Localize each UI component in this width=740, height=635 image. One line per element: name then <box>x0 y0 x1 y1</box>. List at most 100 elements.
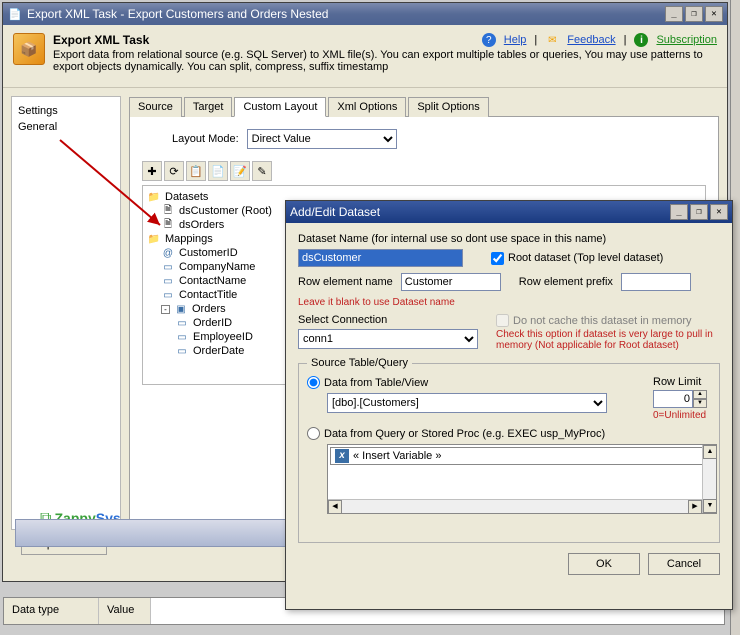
window-title: Export XML Task - Export Customers and O… <box>27 7 665 21</box>
tool-refresh[interactable]: ⟳ <box>164 161 184 181</box>
variable-icon: x <box>335 449 349 463</box>
dialog-title: Add/Edit Dataset <box>290 205 670 219</box>
root-dataset-label: Root dataset (Top level dataset) <box>508 252 663 264</box>
minimize-button[interactable]: _ <box>665 6 683 22</box>
task-icon: 📦 <box>13 33 45 65</box>
scroll-left-icon[interactable]: ◀ <box>328 500 342 514</box>
tree-employeeid[interactable]: EmployeeID <box>193 331 253 343</box>
table-select[interactable]: [dbo].[Customers] <box>327 393 607 413</box>
layout-mode-label: Layout Mode: <box>172 133 239 145</box>
row-element-label: Row element name <box>298 276 393 288</box>
tab-split-options[interactable]: Split Options <box>408 97 488 117</box>
row-limit-up[interactable]: ▲ <box>693 390 707 399</box>
row-element-input[interactable] <box>401 273 501 291</box>
settings-panel: Settings General <box>11 96 121 530</box>
column-icon: ▭ <box>175 345 189 357</box>
node-icon: ▣ <box>174 303 188 315</box>
cache-hint: Check this option if dataset is very lar… <box>496 329 720 351</box>
tool-copy[interactable]: 📋 <box>186 161 206 181</box>
connection-select[interactable]: conn1 <box>298 329 478 349</box>
tree-orders[interactable]: Orders <box>192 303 226 315</box>
help-icon: ? <box>482 33 496 47</box>
help-link[interactable]: Help <box>504 34 527 46</box>
dont-cache-label: Do not cache this dataset in memory <box>513 315 692 327</box>
radio-table-view[interactable] <box>307 376 320 389</box>
tool-edit[interactable]: ✎ <box>252 161 272 181</box>
row-prefix-label: Row element prefix <box>519 276 613 288</box>
dataset-name-input[interactable] <box>298 249 463 267</box>
row-limit-block: Row Limit ▲ ▼ 0=Unlimited <box>653 376 707 421</box>
tab-target[interactable]: Target <box>184 97 233 117</box>
dialog-titlebar[interactable]: Add/Edit Dataset _ ❐ ✕ <box>286 201 732 223</box>
ok-button[interactable]: OK <box>568 553 640 575</box>
tree-dscustomer[interactable]: dsCustomer (Root) <box>179 205 272 217</box>
tree-contactname[interactable]: ContactName <box>179 275 246 287</box>
dialog-restore-button[interactable]: ❐ <box>690 204 708 220</box>
blank-hint: Leave it blank to use Dataset name <box>298 297 720 308</box>
radio-query[interactable] <box>307 427 320 440</box>
grid-datatype-header[interactable]: Data type <box>4 598 99 624</box>
dialog-close-button[interactable]: ✕ <box>710 204 728 220</box>
app-icon: 📄 <box>7 6 23 22</box>
main-titlebar[interactable]: 📄 Export XML Task - Export Customers and… <box>3 3 727 25</box>
dont-cache-checkbox <box>496 314 509 327</box>
scroll-up-icon[interactable]: ▲ <box>703 445 717 459</box>
radio-query-label: Data from Query or Stored Proc (e.g. EXE… <box>324 428 605 440</box>
key-icon: @ <box>161 247 175 259</box>
subscription-link[interactable]: Subscription <box>656 34 717 46</box>
feedback-link[interactable]: Feedback <box>567 34 615 46</box>
tab-source[interactable]: Source <box>129 97 182 117</box>
header-title: Export XML Task <box>53 33 482 47</box>
tree-contacttitle[interactable]: ContactTitle <box>179 289 237 301</box>
tool-add[interactable]: ✚ <box>142 161 162 181</box>
row-limit-down[interactable]: ▼ <box>693 399 707 408</box>
root-dataset-checkbox[interactable] <box>491 252 504 265</box>
grid-value-header[interactable]: Value <box>99 598 151 624</box>
column-icon: ▭ <box>161 289 175 301</box>
select-connection-label: Select Connection <box>298 314 488 326</box>
radio-table-label: Data from Table/View <box>324 377 428 389</box>
tree-mappings[interactable]: Mappings <box>165 233 213 245</box>
add-edit-dataset-dialog: Add/Edit Dataset _ ❐ ✕ Dataset Name (for… <box>285 200 733 610</box>
tree-orderid[interactable]: OrderID <box>193 317 232 329</box>
layout-mode-select[interactable]: Direct Value <box>247 129 397 149</box>
tree-orderdate[interactable]: OrderDate <box>193 345 244 357</box>
close-button[interactable]: ✕ <box>705 6 723 22</box>
scroll-down-icon[interactable]: ▼ <box>703 499 717 513</box>
tab-xml-options[interactable]: Xml Options <box>328 97 406 117</box>
row-limit-hint: 0=Unlimited <box>653 410 707 421</box>
tree-customerid[interactable]: CustomerID <box>179 247 238 259</box>
settings-item-settings[interactable]: Settings <box>18 103 114 119</box>
cancel-button[interactable]: Cancel <box>648 553 720 575</box>
source-groupbox: Source Table/Query Data from Table/View … <box>298 363 720 543</box>
tree-datasets[interactable]: Datasets <box>165 191 208 203</box>
dataset-name-label: Dataset Name (for internal use so dont u… <box>298 233 720 245</box>
column-icon: ▭ <box>161 261 175 273</box>
tree-companyname[interactable]: CompanyName <box>179 261 255 273</box>
scroll-right-icon[interactable]: ▶ <box>688 500 702 514</box>
tree-dsorders[interactable]: dsOrders <box>179 219 224 231</box>
source-group-title: Source Table/Query <box>307 357 412 369</box>
tool-paste[interactable]: 📄 <box>208 161 228 181</box>
settings-item-general[interactable]: General <box>18 119 114 135</box>
restore-button[interactable]: ❐ <box>685 6 703 22</box>
tool-new[interactable]: 📝 <box>230 161 250 181</box>
row-prefix-input[interactable] <box>621 273 691 291</box>
header-description: Export data from relational source (e.g.… <box>53 49 717 73</box>
insert-variable-label[interactable]: « Insert Variable » <box>353 450 441 462</box>
feedback-icon: ✉ <box>545 33 559 47</box>
subscription-icon: i <box>634 33 648 47</box>
dataset-icon: 🗎 <box>161 219 175 231</box>
row-limit-input[interactable] <box>653 390 693 408</box>
query-textbox[interactable]: x « Insert Variable » ▲ ▼ ◀ ▶ <box>327 444 717 514</box>
column-icon: ▭ <box>175 317 189 329</box>
query-vscroll[interactable]: ▲ ▼ <box>702 445 716 513</box>
folder-icon: 📁 <box>147 191 161 203</box>
tab-custom-layout[interactable]: Custom Layout <box>234 97 326 117</box>
dataset-icon: 🗎 <box>161 205 175 217</box>
column-icon: ▭ <box>161 275 175 287</box>
dialog-minimize-button[interactable]: _ <box>670 204 688 220</box>
query-hscroll[interactable]: ◀ ▶ <box>328 499 702 513</box>
tree-toggle[interactable]: - <box>161 305 170 314</box>
column-icon: ▭ <box>175 331 189 343</box>
